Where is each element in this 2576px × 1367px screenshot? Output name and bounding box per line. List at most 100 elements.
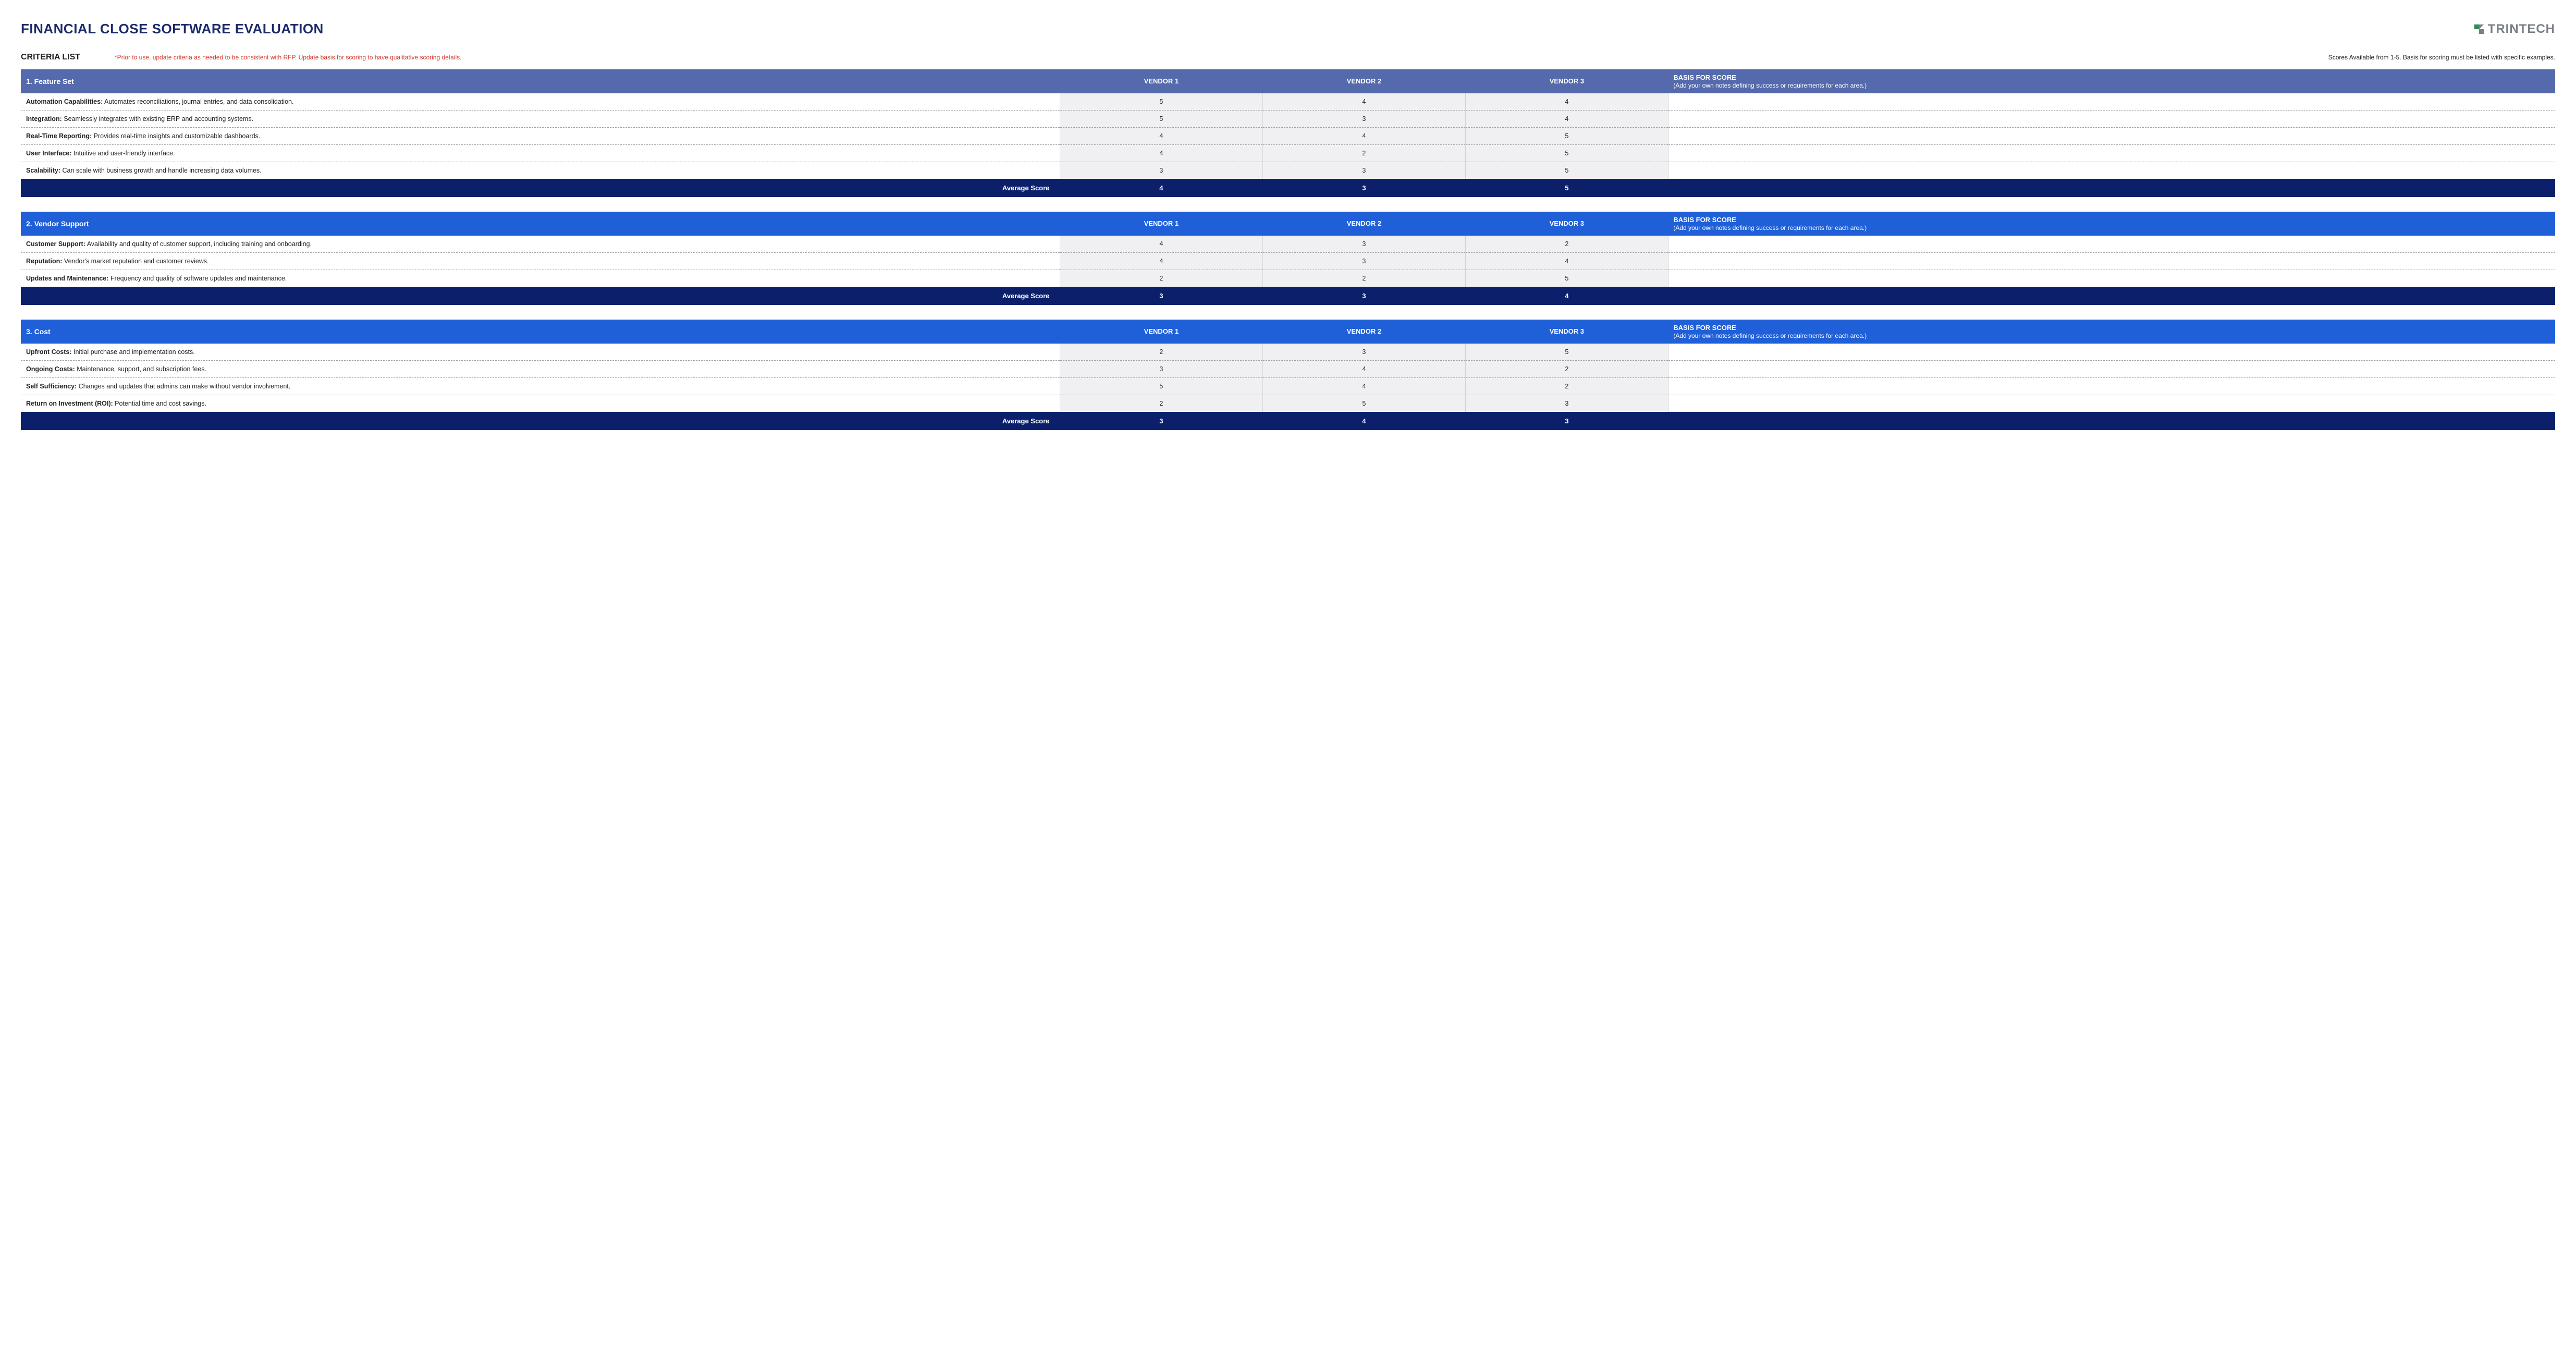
section-name: 2. Vendor Support [21, 212, 1060, 236]
score-cell[interactable]: 4 [1060, 144, 1262, 162]
score-cell[interactable]: 3 [1060, 162, 1262, 179]
score-cell[interactable]: 3 [1262, 162, 1465, 179]
average-label: Average Score [21, 179, 1060, 197]
basis-cell[interactable] [1668, 162, 2555, 179]
score-cell[interactable]: 5 [1465, 162, 1668, 179]
basis-header-subtitle: (Add your own notes defining success or … [1673, 224, 2550, 231]
score-cell[interactable]: 2 [1465, 360, 1668, 377]
score-cell[interactable]: 4 [1465, 93, 1668, 111]
score-cell[interactable]: 4 [1262, 377, 1465, 395]
basis-cell[interactable] [1668, 360, 2555, 377]
criteria-cell: Automation Capabilities: Automates recon… [21, 93, 1060, 111]
average-score: 3 [1465, 412, 1668, 430]
criteria-cell: Customer Support: Availability and quali… [21, 236, 1060, 253]
vendor-header-3: VENDOR 3 [1465, 69, 1668, 93]
average-basis-cell [1668, 179, 2555, 197]
score-cell[interactable]: 2 [1262, 270, 1465, 287]
criteria-label: Automation Capabilities: [26, 98, 103, 105]
basis-cell[interactable] [1668, 270, 2555, 287]
table-row: Integration: Seamlessly integrates with … [21, 110, 2555, 127]
brand-name: TRINTECH [2488, 22, 2555, 36]
score-cell[interactable]: 4 [1060, 236, 1262, 253]
section-name: 3. Cost [21, 320, 1060, 344]
score-cell[interactable]: 5 [1465, 344, 1668, 361]
criteria-cell: Reputation: Vendor's market reputation a… [21, 252, 1060, 270]
score-cell[interactable]: 3 [1262, 110, 1465, 127]
average-score: 4 [1262, 412, 1465, 430]
criteria-label: Integration: [26, 115, 62, 123]
score-cell[interactable]: 3 [1262, 344, 1465, 361]
table-row: Automation Capabilities: Automates recon… [21, 93, 2555, 111]
average-row: Average Score334 [21, 287, 2555, 305]
basis-cell[interactable] [1668, 236, 2555, 253]
basis-header-title: BASIS FOR SCORE [1673, 74, 2550, 82]
table-row: Return on Investment (ROI): Potential ti… [21, 395, 2555, 412]
basis-cell[interactable] [1668, 377, 2555, 395]
basis-cell[interactable] [1668, 110, 2555, 127]
sub-header: CRITERIA LIST *Prior to use, update crit… [21, 53, 2555, 62]
average-score: 3 [1060, 287, 1262, 305]
average-score: 3 [1060, 412, 1262, 430]
criteria-description: Provides real-time insights and customiz… [94, 132, 261, 140]
score-cell[interactable]: 4 [1060, 252, 1262, 270]
criteria-description: Changes and updates that admins can make… [79, 383, 291, 390]
score-cell[interactable]: 3 [1262, 252, 1465, 270]
score-cell[interactable]: 2 [1262, 144, 1465, 162]
basis-cell[interactable] [1668, 395, 2555, 412]
score-cell[interactable]: 5 [1060, 377, 1262, 395]
criteria-description: Seamlessly integrates with existing ERP … [64, 115, 253, 123]
table-row: User Interface: Intuitive and user-frien… [21, 144, 2555, 162]
table-row: Scalability: Can scale with business gro… [21, 162, 2555, 179]
score-cell[interactable]: 3 [1060, 360, 1262, 377]
vendor-header-2: VENDOR 2 [1262, 320, 1465, 344]
score-cell[interactable]: 4 [1060, 127, 1262, 144]
score-cell[interactable]: 4 [1465, 252, 1668, 270]
basis-cell[interactable] [1668, 252, 2555, 270]
average-label: Average Score [21, 287, 1060, 305]
table-row: Updates and Maintenance: Frequency and q… [21, 270, 2555, 287]
score-cell[interactable]: 4 [1262, 93, 1465, 111]
criteria-cell: Return on Investment (ROI): Potential ti… [21, 395, 1060, 412]
score-cell[interactable]: 2 [1060, 395, 1262, 412]
criteria-label: Self Sufficiency: [26, 383, 77, 390]
score-cell[interactable]: 5 [1060, 110, 1262, 127]
vendor-header-2: VENDOR 2 [1262, 212, 1465, 236]
score-cell[interactable]: 2 [1060, 270, 1262, 287]
score-cell[interactable]: 4 [1262, 127, 1465, 144]
basis-cell[interactable] [1668, 144, 2555, 162]
basis-cell[interactable] [1668, 344, 2555, 361]
evaluation-table: 1. Feature SetVENDOR 1VENDOR 2VENDOR 3BA… [21, 69, 2555, 197]
average-row: Average Score343 [21, 412, 2555, 430]
section-header-row: 3. CostVENDOR 1VENDOR 2VENDOR 3BASIS FOR… [21, 320, 2555, 344]
score-cell[interactable]: 5 [1465, 127, 1668, 144]
score-cell[interactable]: 2 [1465, 236, 1668, 253]
basis-header-subtitle: (Add your own notes defining success or … [1673, 332, 2550, 339]
score-cell[interactable]: 3 [1262, 236, 1465, 253]
criteria-cell: Real-Time Reporting: Provides real-time … [21, 127, 1060, 144]
average-score: 3 [1262, 287, 1465, 305]
criteria-label: Return on Investment (ROI): [26, 400, 113, 407]
vendor-header-3: VENDOR 3 [1465, 212, 1668, 236]
score-cell[interactable]: 5 [1465, 270, 1668, 287]
score-cell[interactable]: 2 [1465, 377, 1668, 395]
vendor-header-2: VENDOR 2 [1262, 69, 1465, 93]
evaluation-table: 2. Vendor SupportVENDOR 1VENDOR 2VENDOR … [21, 212, 2555, 305]
table-row: Upfront Costs: Initial purchase and impl… [21, 344, 2555, 361]
score-cell[interactable]: 5 [1262, 395, 1465, 412]
score-cell[interactable]: 4 [1465, 110, 1668, 127]
instructions-warning: *Prior to use, update criteria as needed… [115, 54, 2308, 61]
score-cell[interactable]: 2 [1060, 344, 1262, 361]
basis-cell[interactable] [1668, 93, 2555, 111]
score-cell[interactable]: 4 [1262, 360, 1465, 377]
criteria-list-label: CRITERIA LIST [21, 53, 94, 62]
criteria-cell: Upfront Costs: Initial purchase and impl… [21, 344, 1060, 361]
score-cell[interactable]: 3 [1465, 395, 1668, 412]
score-cell[interactable]: 5 [1060, 93, 1262, 111]
criteria-label: Updates and Maintenance: [26, 275, 108, 282]
basis-cell[interactable] [1668, 127, 2555, 144]
trintech-logo-icon [2473, 23, 2485, 35]
score-cell[interactable]: 5 [1465, 144, 1668, 162]
section-1: 1. Feature SetVENDOR 1VENDOR 2VENDOR 3BA… [21, 69, 2555, 197]
average-row: Average Score435 [21, 179, 2555, 197]
evaluation-table: 3. CostVENDOR 1VENDOR 2VENDOR 3BASIS FOR… [21, 320, 2555, 430]
